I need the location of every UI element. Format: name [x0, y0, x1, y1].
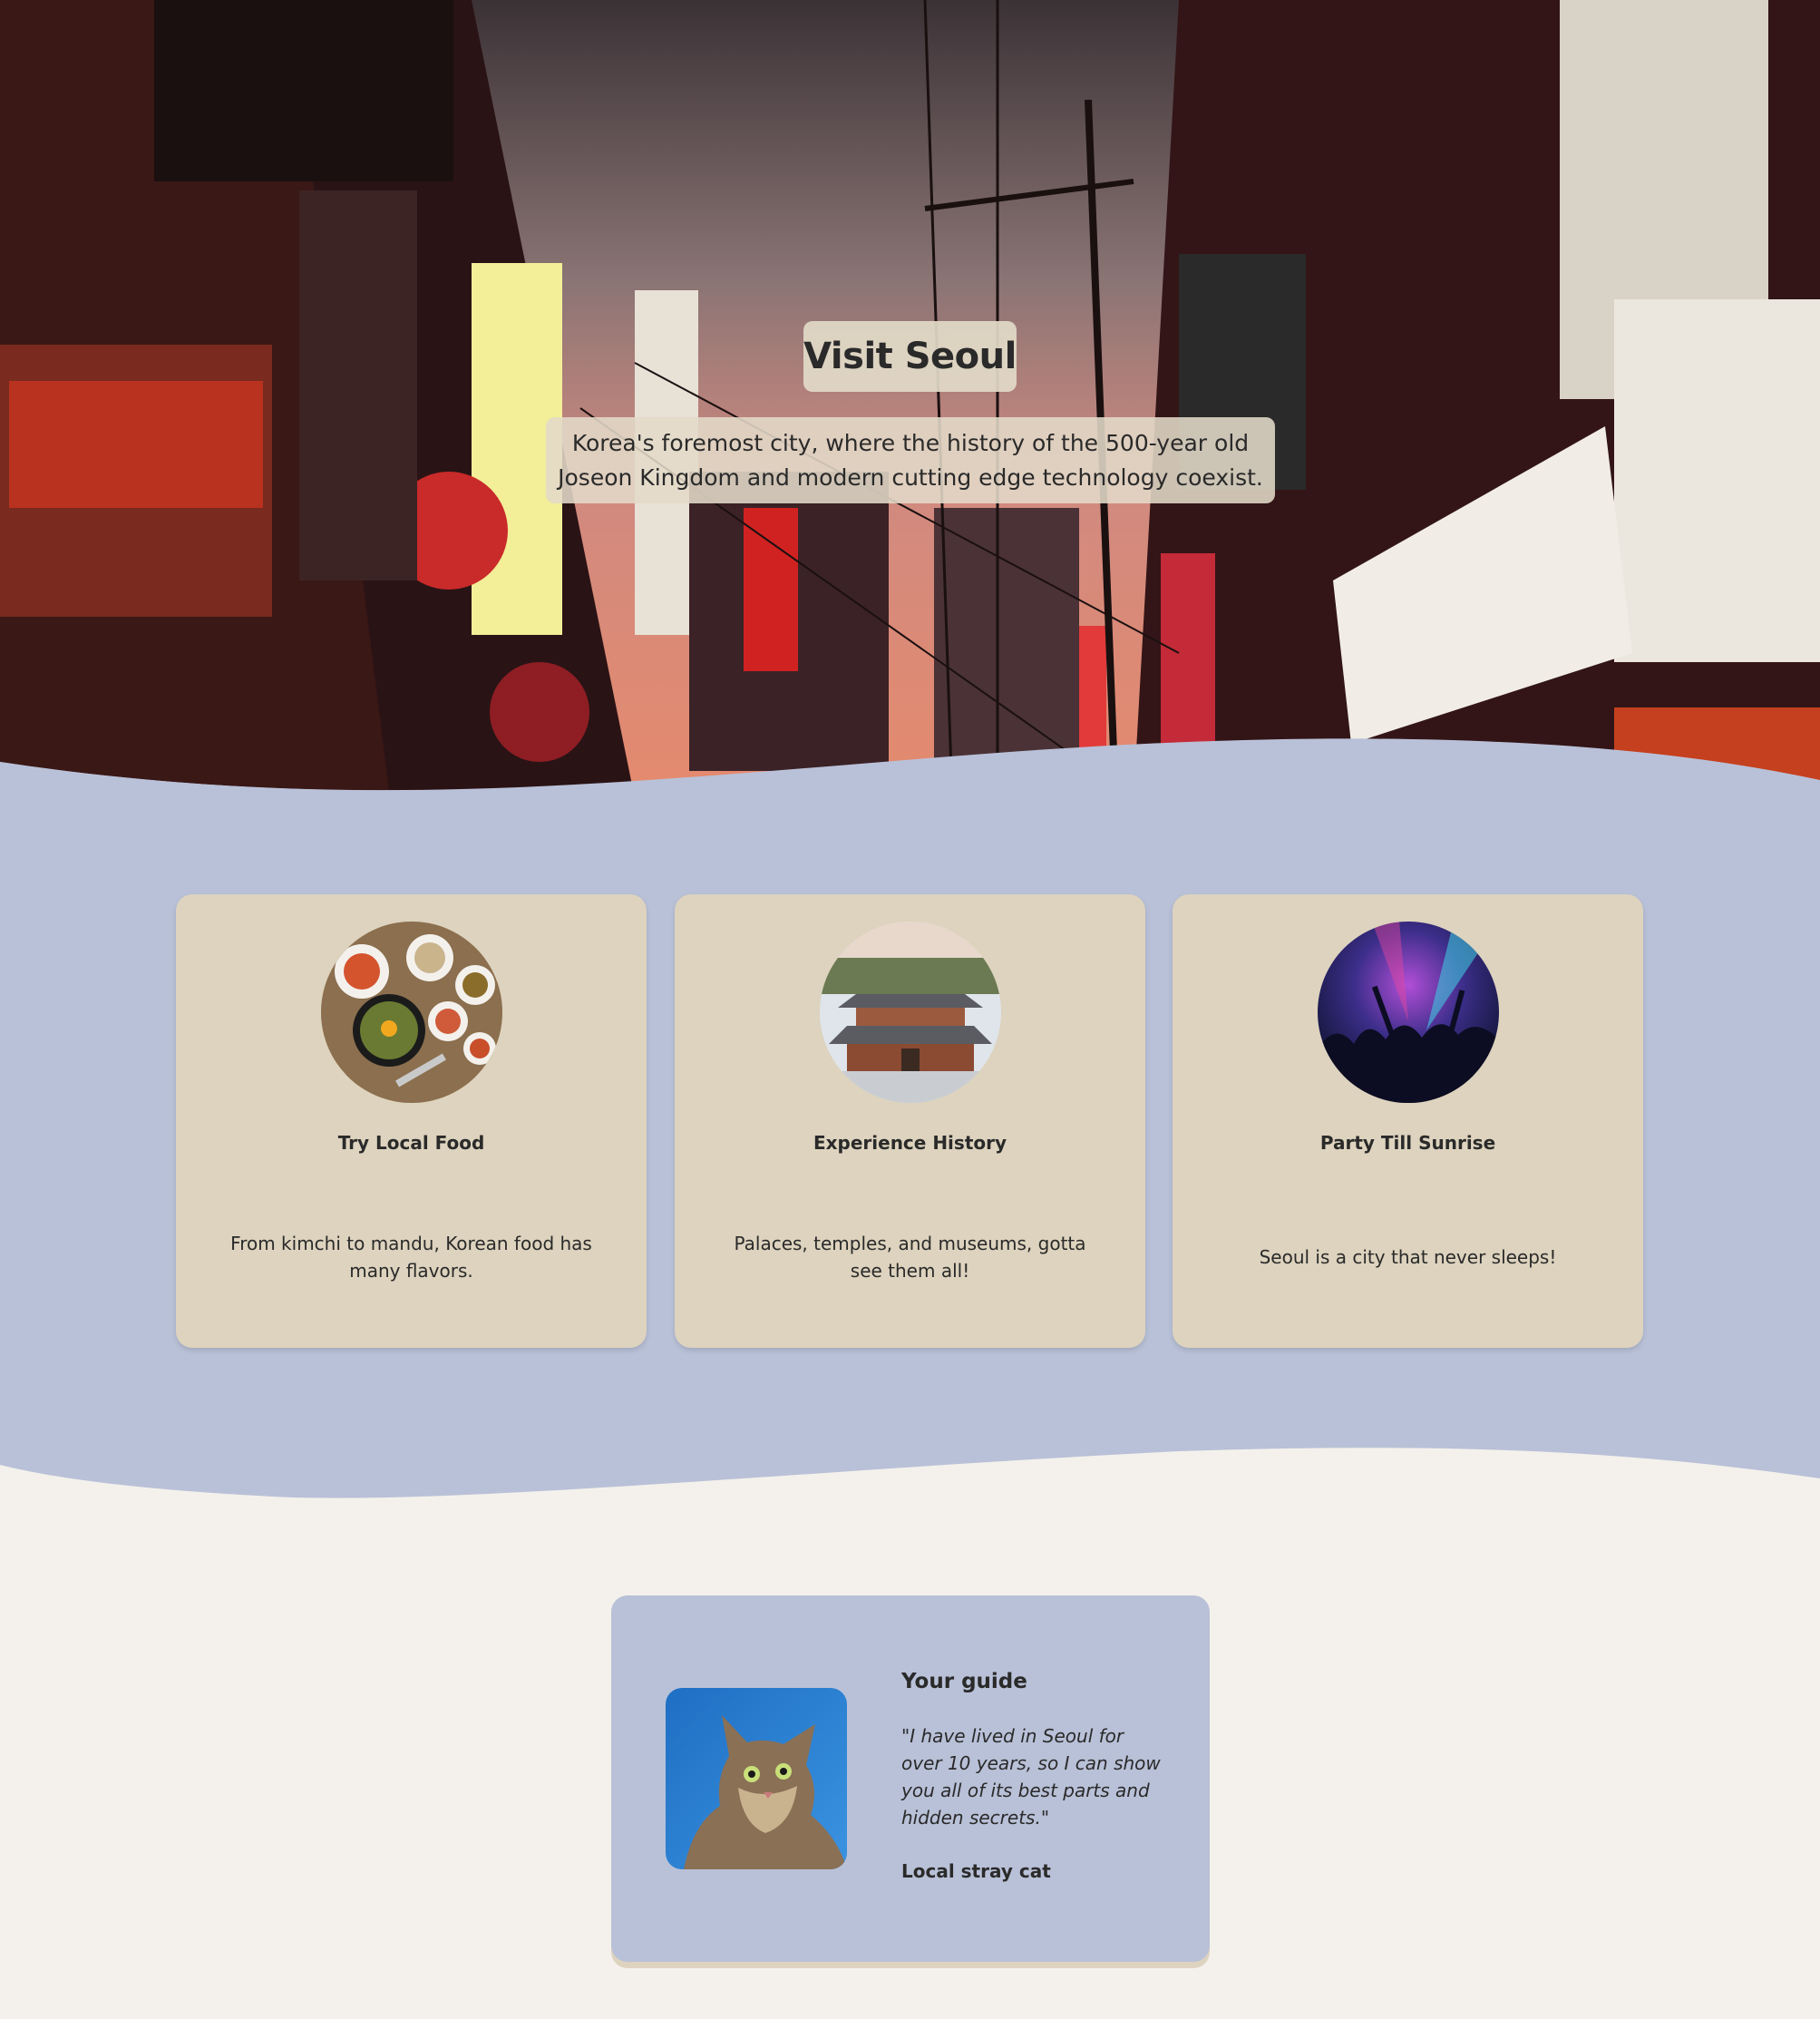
- guide-heading: Your guide: [901, 1670, 1027, 1693]
- guide-author: Local stray cat: [901, 1860, 1051, 1882]
- card-text: From kimchi to mandu, Korean food has ma…: [230, 1233, 592, 1282]
- card-title: Experience History: [813, 1132, 1007, 1154]
- card-party[interactable]: Party Till Sunrise Seoul is a city that …: [1173, 894, 1643, 1348]
- guide-card: Your guide "I have lived in Seoul for ov…: [611, 1595, 1210, 1962]
- cat-photo: [666, 1688, 847, 1869]
- card-food[interactable]: Try Local Food From kimchi to mandu, Kor…: [176, 894, 647, 1348]
- card-history[interactable]: Experience History Palaces, temples, and…: [675, 894, 1145, 1348]
- card-text: Palaces, temples, and museums, gotta see…: [734, 1233, 1086, 1282]
- hero-subtitle: Korea's foremost city, where the history…: [546, 417, 1275, 503]
- card-title: Try Local Food: [337, 1132, 485, 1154]
- card-text: Seoul is a city that never sleeps!: [1259, 1246, 1557, 1268]
- concert-crowd-photo: [1318, 922, 1499, 1103]
- guide-quote: "I have lived in Seoul for over 10 years…: [901, 1725, 1161, 1829]
- korean-food-photo: [321, 922, 502, 1103]
- page-title: Visit Seoul: [803, 321, 1017, 392]
- card-title: Party Till Sunrise: [1319, 1132, 1496, 1154]
- hero-section: Visit Seoul Korea's foremost city, where…: [0, 0, 1820, 798]
- palace-photo: [820, 922, 1001, 1103]
- seoul-street-photo: [0, 0, 1820, 798]
